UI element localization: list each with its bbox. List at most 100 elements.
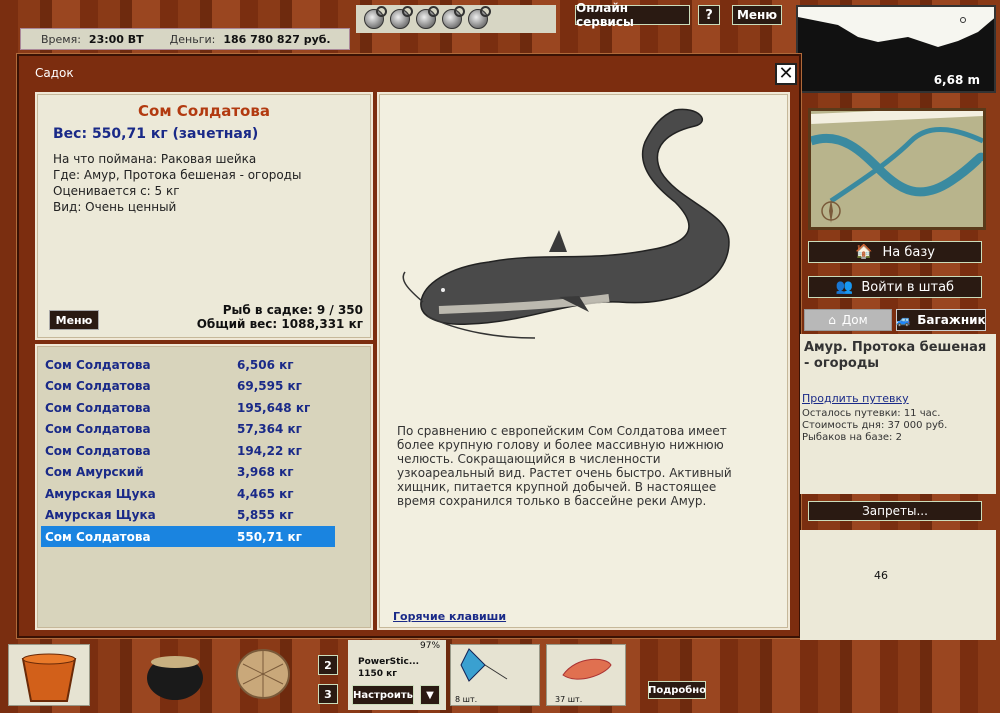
cauldron-icon <box>147 656 203 700</box>
list-item-selected[interactable]: Сом Солдатова 550,71 кг <box>41 526 335 547</box>
net-slot[interactable] <box>228 640 298 704</box>
help-button[interactable]: ? <box>698 5 720 25</box>
money-label: Деньги: <box>169 32 216 46</box>
list-item-name: Амурская Щука <box>45 486 156 501</box>
list-item[interactable]: Амурская Щука 5,855 кг <box>41 504 335 525</box>
tab-trunk-label: Багажник <box>917 313 986 327</box>
weight-icon[interactable] <box>468 6 491 29</box>
depth-profile: 6,68 m <box>796 5 996 93</box>
bait-icon <box>562 658 612 680</box>
cage-count: Рыб в садке: 9 / 350 <box>222 303 363 317</box>
float-icon <box>460 648 508 682</box>
tab-home-label: Дом <box>841 313 868 327</box>
list-item-weight: 69,595 кг <box>237 378 302 393</box>
fish-name: Сом Солдатова <box>138 102 270 120</box>
cage-summary: Рыб в садке: 9 / 350 Общий вес: 1088,331… <box>197 303 363 331</box>
tab-trunk[interactable]: 🚙 Багажник <box>896 309 986 331</box>
fish-bait: На что поймана: Раковая шейка <box>53 152 257 166</box>
go-to-base-button[interactable]: 🏠 На базу <box>808 241 982 263</box>
cauldron-slot[interactable] <box>140 644 210 704</box>
catfish-image <box>402 108 730 339</box>
main-menu-button[interactable]: Меню <box>732 5 782 25</box>
list-item-name: Сом Солдатова <box>45 357 151 372</box>
location-map[interactable] <box>808 108 986 230</box>
online-services-button[interactable]: Онлайн сервисы <box>575 1 690 29</box>
details-button[interactable]: Подробно <box>648 681 706 699</box>
extend-pass-link[interactable]: Продлить путевку <box>802 392 909 405</box>
money-value: 186 780 827 руб. <box>223 32 331 46</box>
fish-info-panel: Сом Солдатова Вес: 550,71 кг (зачетная) … <box>35 92 373 340</box>
list-item[interactable]: Сом Солдатова 69,595 кг <box>41 375 335 396</box>
list-item-weight: 6,506 кг <box>237 357 294 372</box>
people-icon: 👥 <box>835 279 854 295</box>
list-item-weight: 195,648 кг <box>237 400 311 415</box>
list-item-name: Сом Солдатова <box>45 529 151 544</box>
list-item-name: Сом Амурский <box>45 464 144 479</box>
bans-button[interactable]: Запреты... <box>808 501 982 521</box>
car-icon: 🚙 <box>896 313 912 327</box>
chevron-down-icon[interactable]: ▼ <box>420 685 440 705</box>
fish-list: Сом Солдатова 6,506 кг Сом Солдатова 69,59… <box>35 344 373 630</box>
close-icon[interactable]: ✕ <box>775 63 797 85</box>
go-to-base-label: На базу <box>882 244 935 260</box>
fish-cage-dialog: Садок ✕ Сом Солдатова Вес: 550,71 кг (за… <box>17 54 801 638</box>
house-icon: 🏠 <box>855 244 873 260</box>
rod-value: 1150 кг <box>358 669 397 679</box>
float-qty: 8 шт. <box>455 695 478 704</box>
weights-bar <box>356 5 556 33</box>
location-name: Амур. Протока бешеная - огороды <box>804 340 987 371</box>
location-panel: Амур. Протока бешеная - огороды Продлить… <box>800 334 996 494</box>
tune-button[interactable]: Настроить <box>352 685 414 705</box>
list-item[interactable]: Сом Солдатова 194,22 кг <box>41 440 335 461</box>
counter-value: 46 <box>874 569 888 582</box>
list-item-weight: 194,22 кг <box>237 443 302 458</box>
slot-3-button[interactable]: 3 <box>318 684 338 704</box>
cage-total-weight: Общий вес: 1088,331 кг <box>196 317 363 331</box>
list-item[interactable]: Сом Солдатова 195,648 кг <box>41 397 335 418</box>
day-cost: Стоимость дня: 37 000 руб. <box>802 420 948 431</box>
tab-home[interactable]: ⌂ Дом <box>804 309 892 331</box>
list-item-name: Сом Солдатова <box>45 443 151 458</box>
list-item-weight: 4,465 кг <box>237 486 294 501</box>
list-item-weight: 550,71 кг <box>237 529 302 544</box>
bait-slot[interactable]: 37 шт. <box>546 644 626 706</box>
bucket-icon <box>21 653 77 702</box>
fish-weight: Вес: 550,71 кг (зачетная) <box>53 126 259 142</box>
status-bar: Время: 23:00 ВТ Деньги: 186 780 827 руб. <box>20 28 350 50</box>
float-slot[interactable]: 8 шт. <box>450 644 540 706</box>
list-item[interactable]: Сом Солдатова 6,506 кг <box>41 354 335 375</box>
river-map <box>811 111 983 227</box>
weight-icon[interactable] <box>364 6 387 29</box>
right-lower-panel <box>800 530 996 640</box>
enter-hq-button[interactable]: 👥 Войти в штаб <box>808 276 982 298</box>
weight-icon[interactable] <box>390 6 413 29</box>
list-item-weight: 57,364 кг <box>237 421 302 436</box>
list-item-name: Амурская Щука <box>45 507 156 522</box>
list-item-weight: 5,855 кг <box>237 507 294 522</box>
hotkeys-link[interactable]: Горячие клавиши <box>393 610 506 623</box>
list-item-name: Сом Солдатова <box>45 378 151 393</box>
time-value: 23:00 ВТ <box>88 32 144 46</box>
bait-qty: 37 шт. <box>555 695 583 704</box>
bucket-slot[interactable] <box>8 644 90 706</box>
fishers-count: Рыбаков на базе: 2 <box>802 432 902 443</box>
rod-name: PowerStic... <box>358 657 420 667</box>
list-item-name: Сом Солдатова <box>45 400 151 415</box>
cage-menu-button[interactable]: Меню <box>49 310 99 330</box>
slot-2-button[interactable]: 2 <box>318 655 338 675</box>
net-icon <box>236 649 290 699</box>
list-item-name: Сом Солдатова <box>45 421 151 436</box>
list-item[interactable]: Сом Солдатова 57,364 кг <box>41 418 335 439</box>
fish-place: Где: Амур, Протока бешеная - огороды <box>53 168 302 182</box>
depth-value: 6,68 m <box>933 73 980 87</box>
house-icon: ⌂ <box>828 313 836 327</box>
pass-remaining: Осталось путевки: 11 час. <box>802 408 941 419</box>
list-item[interactable]: Сом Амурский 3,968 кг <box>41 461 335 482</box>
fish-value: Оценивается с: 5 кг <box>53 184 180 198</box>
rod-percent: 97% <box>420 641 441 651</box>
list-item[interactable]: Амурская Щука 4,465 кг <box>41 483 335 504</box>
list-item-weight: 3,968 кг <box>237 464 294 479</box>
weight-icon[interactable] <box>442 6 465 29</box>
weight-icon[interactable] <box>416 6 439 29</box>
fish-description-panel: По сравнению с европейским Сом Солдатова… <box>377 92 790 630</box>
